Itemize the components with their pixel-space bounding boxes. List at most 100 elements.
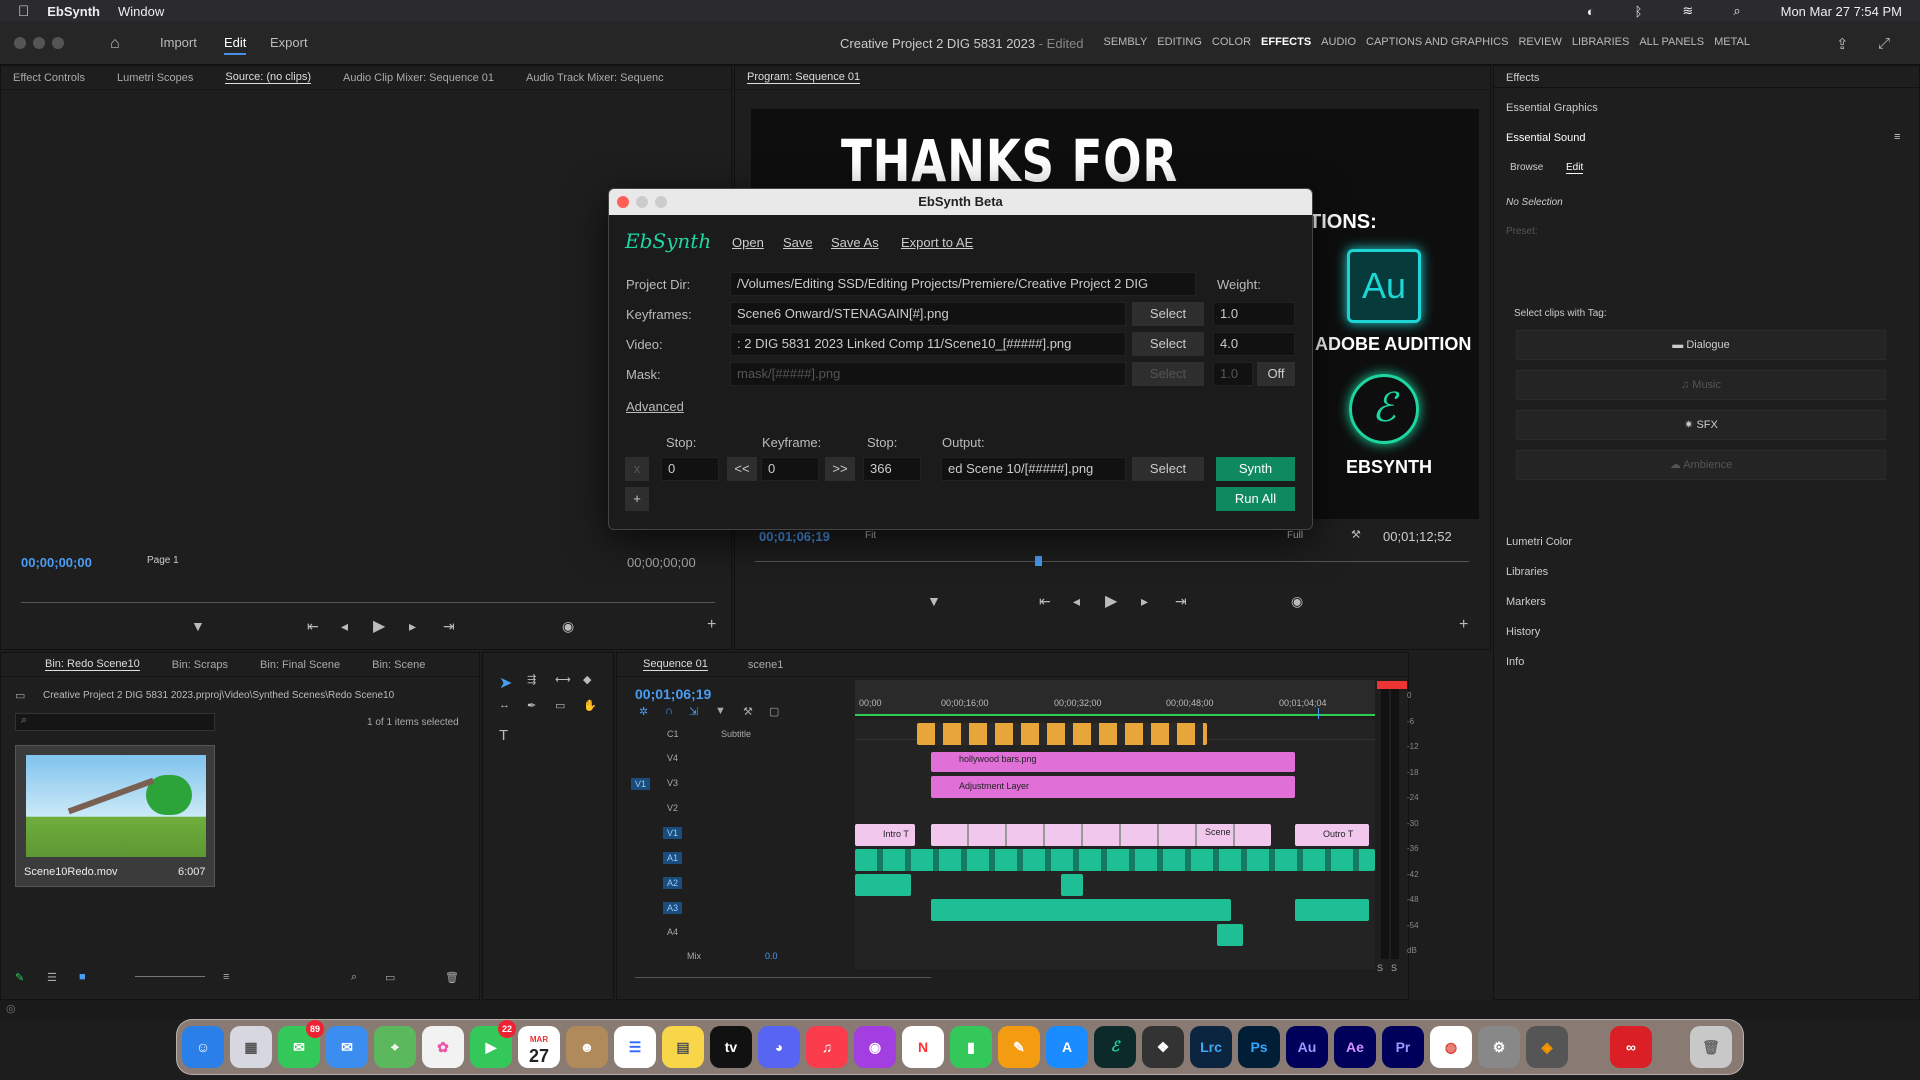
- program-play-icon[interactable]: ▶: [1105, 591, 1117, 611]
- program-export-frame-icon[interactable]: ◉: [1291, 593, 1303, 610]
- playhead-icon[interactable]: [1035, 556, 1042, 566]
- row-output-field[interactable]: ed Scene 10/[#####].png: [941, 457, 1126, 481]
- advanced-link[interactable]: Advanced: [626, 399, 684, 414]
- track-v4[interactable]: V4: [667, 753, 678, 763]
- track-v1[interactable]: V1: [663, 827, 683, 839]
- slip-icon[interactable]: ↔: [499, 699, 510, 711]
- ws-editing[interactable]: EDITING: [1157, 36, 1202, 48]
- mix-value[interactable]: 0.0: [765, 951, 778, 961]
- run-all-button[interactable]: Run All: [1216, 487, 1295, 511]
- step-back-icon[interactable]: ◂: [341, 618, 348, 635]
- dock-davinci-icon[interactable]: ❖: [1142, 1026, 1184, 1068]
- hand-icon[interactable]: ✋: [583, 699, 597, 712]
- program-marker-icon[interactable]: ▼: [927, 593, 941, 609]
- video-select-button[interactable]: Select: [1132, 332, 1204, 356]
- source-timecode[interactable]: 00;00;00;00: [21, 555, 92, 570]
- dock-photoshop-icon[interactable]: Ps: [1238, 1026, 1280, 1068]
- menu-export-ae[interactable]: Export to AE: [901, 235, 973, 250]
- tag-music-button[interactable]: ♫ Music: [1516, 370, 1886, 400]
- ws-assembly[interactable]: SEMBLY: [1103, 36, 1147, 48]
- step-forward-icon[interactable]: ▸: [409, 618, 416, 635]
- new-bin-icon[interactable]: ▭: [385, 971, 395, 984]
- source-patch-v1[interactable]: V1: [631, 778, 651, 790]
- program-timecode[interactable]: 00;01;06;19: [759, 529, 830, 544]
- dock-ebsynth-icon[interactable]: ℰ: [1094, 1026, 1136, 1068]
- sound-tab-edit[interactable]: Edit: [1566, 162, 1584, 174]
- track-a1[interactable]: A1: [663, 852, 683, 864]
- timeline-timecode[interactable]: 00;01;06;19: [635, 686, 711, 702]
- share-icon[interactable]: ⇪: [1836, 35, 1849, 53]
- marker-timeline-icon[interactable]: ▼: [715, 705, 726, 717]
- dock-numbers-icon[interactable]: ▮: [950, 1026, 992, 1068]
- mask-weight-field[interactable]: 1.0: [1213, 362, 1253, 386]
- clip-intro[interactable]: Intro T: [855, 824, 915, 846]
- row-prev-button[interactable]: <<: [727, 457, 757, 481]
- clip-hollywood-bars[interactable]: hollywood bars.png: [931, 752, 1295, 772]
- fullscreen-icon[interactable]: ⤢: [1878, 35, 1890, 52]
- nav-import[interactable]: Import: [160, 35, 197, 50]
- meter-solo-right[interactable]: S: [1391, 963, 1397, 973]
- essential-graphics-tab[interactable]: Essential Graphics: [1506, 102, 1598, 114]
- row-stop-field[interactable]: 0: [661, 457, 719, 481]
- sort-icon[interactable]: ≡: [223, 971, 229, 983]
- go-to-in-icon[interactable]: ⇤: [307, 618, 319, 635]
- tab-lumetri-scopes[interactable]: Lumetri Scopes: [117, 72, 193, 84]
- keyframes-field[interactable]: Scene6 Onward/STENAGAIN[#].png: [730, 302, 1126, 326]
- tag-ambience-button[interactable]: ☁ Ambience: [1516, 450, 1886, 480]
- dock-music-icon[interactable]: ♫: [806, 1026, 848, 1068]
- tab-bin-scene[interactable]: Bin: Scene: [372, 659, 425, 671]
- program-go-to-in-icon[interactable]: ⇤: [1039, 593, 1051, 610]
- project-dir-field[interactable]: /Volumes/Editing SSD/Editing Projects/Pr…: [730, 272, 1196, 296]
- ws-review[interactable]: REVIEW: [1518, 36, 1561, 48]
- export-frame-icon[interactable]: ◉: [562, 618, 574, 635]
- tab-bin-redo[interactable]: Bin: Redo Scene10: [45, 658, 140, 671]
- program-step-forward-icon[interactable]: ▸: [1141, 593, 1148, 610]
- mask-field[interactable]: mask/[#####].png: [730, 362, 1126, 386]
- keyframes-weight-field[interactable]: 1.0: [1213, 302, 1295, 326]
- audio-a2-clip-2[interactable]: [1061, 874, 1083, 896]
- page-select[interactable]: Page 1: [147, 555, 179, 566]
- dock-discord-icon[interactable]: ◕: [758, 1026, 800, 1068]
- dock-notes-icon[interactable]: ▤: [662, 1026, 704, 1068]
- wifi-icon[interactable]: ≋: [1682, 3, 1693, 19]
- track-a2[interactable]: A2: [663, 877, 683, 889]
- ebsynth-zoom-button[interactable]: [655, 196, 667, 208]
- info-tab[interactable]: Info: [1506, 656, 1524, 668]
- audio-a3-clip-2[interactable]: [1295, 899, 1369, 921]
- timeline-hscroll[interactable]: [635, 977, 931, 978]
- ebsynth-close-button[interactable]: [617, 196, 629, 208]
- tab-scene1[interactable]: scene1: [748, 659, 783, 671]
- play-icon[interactable]: ▶: [373, 616, 385, 636]
- history-tab[interactable]: History: [1506, 626, 1540, 638]
- zoom-button[interactable]: [52, 37, 64, 49]
- video-weight-field[interactable]: 4.0: [1213, 332, 1295, 356]
- ws-metal[interactable]: METAL: [1714, 36, 1750, 48]
- bluetooth-icon[interactable]: ᛒ: [1635, 4, 1643, 19]
- dock-creative-cloud-icon[interactable]: ∞: [1610, 1026, 1652, 1068]
- marker-icon[interactable]: ▼: [191, 618, 205, 634]
- dock-podcasts-icon[interactable]: ◉: [854, 1026, 896, 1068]
- output-select-button[interactable]: Select: [1132, 457, 1204, 481]
- menu-save-as[interactable]: Save As: [831, 235, 879, 250]
- dock-messages-icon[interactable]: ✉ 89: [278, 1020, 324, 1068]
- dock-mail-icon[interactable]: ✉: [326, 1026, 368, 1068]
- dock-news-icon[interactable]: N: [902, 1026, 944, 1068]
- add-row-button[interactable]: +: [625, 487, 649, 511]
- tab-effect-controls[interactable]: Effect Controls: [13, 72, 85, 84]
- ws-effects[interactable]: EFFECTS: [1261, 36, 1311, 48]
- program-add-icon[interactable]: +: [1459, 616, 1468, 634]
- dock-calendar-icon[interactable]: MAR 27: [518, 1026, 560, 1068]
- dock-maps-icon[interactable]: ⌖: [374, 1026, 416, 1068]
- dock-pages-icon[interactable]: ✎: [998, 1026, 1040, 1068]
- mask-toggle-button[interactable]: Off: [1257, 362, 1295, 386]
- markers-tab[interactable]: Markers: [1506, 596, 1546, 608]
- razor-icon[interactable]: ◆: [583, 673, 591, 686]
- mask-select-button[interactable]: Select: [1132, 362, 1204, 386]
- menu-save[interactable]: Save: [783, 235, 813, 250]
- sound-tab-browse[interactable]: Browse: [1510, 162, 1543, 173]
- nav-edit[interactable]: Edit: [224, 35, 247, 55]
- effects-panel-tab[interactable]: Effects: [1506, 72, 1539, 84]
- tab-bin-final[interactable]: Bin: Final Scene: [260, 659, 340, 671]
- dock-contacts-icon[interactable]: ☻: [566, 1026, 608, 1068]
- libraries-tab[interactable]: Libraries: [1506, 566, 1548, 578]
